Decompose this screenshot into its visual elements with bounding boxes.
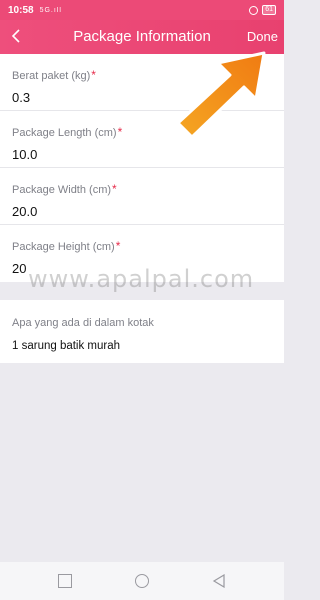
field-label-text: Package Height (cm) [12, 241, 115, 253]
box-contents-field[interactable]: Apa yang ada di dalam kotak 1 sarung bat… [0, 300, 284, 363]
watermark: www.apalpal.com [28, 265, 255, 293]
required-mark: * [112, 182, 117, 196]
status-time: 10:58 [8, 4, 34, 16]
field-label-text: Package Length (cm) [12, 127, 117, 139]
required-mark: * [117, 125, 123, 139]
status-right: 61 [249, 5, 276, 15]
circle-icon[interactable] [135, 574, 149, 588]
signal-icon: 5G.ıll [39, 6, 62, 14]
square-icon[interactable] [58, 574, 72, 588]
width-input[interactable]: 20.0 [12, 204, 272, 219]
box-contents-input[interactable]: 1 sarung batik murah [12, 340, 272, 352]
done-button[interactable]: Done [247, 29, 278, 44]
status-bar: 10:58 5G.ıll 61 [0, 0, 284, 20]
field-label-text: Berat paket (kg) [12, 70, 91, 82]
alarm-icon [249, 5, 259, 15]
field-width[interactable]: Package Width (cm)* 20.0 [0, 168, 284, 225]
field-label: Package Width (cm)* [12, 182, 272, 196]
pointer-arrow-icon [176, 51, 266, 139]
required-mark: * [91, 68, 96, 82]
box-contents-label: Apa yang ada di dalam kotak [12, 317, 154, 329]
page-title: Package Information [73, 28, 211, 45]
system-nav-bar [0, 562, 284, 600]
field-label: Package Height (cm)* [12, 239, 272, 253]
required-mark: * [115, 239, 121, 253]
length-input[interactable]: 10.0 [12, 147, 272, 162]
triangle-back-icon[interactable] [212, 574, 226, 588]
field-label-text: Package Width (cm) [12, 184, 112, 196]
battery-icon: 61 [262, 5, 276, 15]
